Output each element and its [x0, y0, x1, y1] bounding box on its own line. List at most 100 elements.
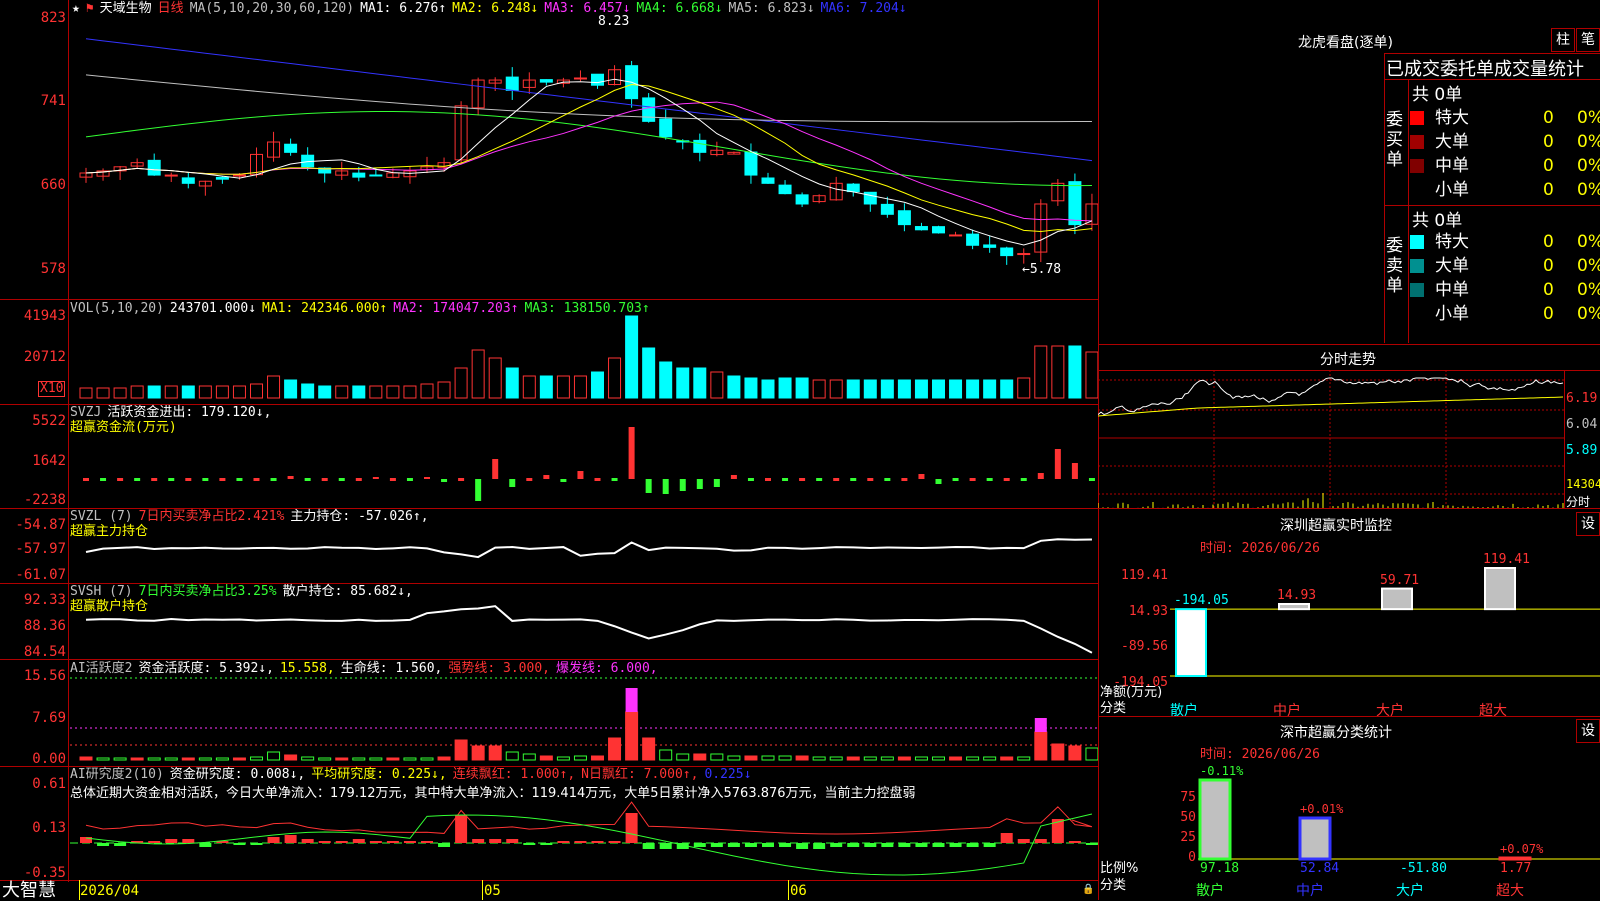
ai1-bar — [914, 756, 928, 761]
ai2-bar — [369, 841, 382, 843]
ai2-bar — [762, 843, 774, 847]
ai2-bar — [642, 843, 655, 849]
ai1-bar — [642, 737, 656, 761]
star-icon[interactable]: ★ — [72, 1, 80, 16]
row-count: 0 — [1543, 156, 1554, 176]
monitor-xlabel: 分类 — [1100, 701, 1127, 716]
svzj-bar — [918, 474, 925, 479]
ai1-bar — [96, 757, 110, 761]
ai1-bar — [659, 749, 673, 761]
vol-bar — [1051, 345, 1065, 399]
vol-bar — [113, 387, 127, 399]
svzj-bar — [935, 479, 942, 484]
ai2-bar — [318, 841, 331, 843]
low-price-label: ←5.78 — [1022, 262, 1062, 277]
vol-bar — [215, 385, 229, 399]
ai1-bar — [591, 755, 604, 761]
ai2-axis-2: -0.35 — [23, 865, 66, 881]
classify-category-label: 超大 — [1496, 883, 1524, 899]
monitor-bar — [1175, 608, 1207, 677]
ma-value-1: MA1: 6.276↑ — [360, 1, 447, 16]
intraday-chart[interactable] — [1098, 370, 1564, 508]
sell-row: 大单 0 0% — [1405, 254, 1600, 278]
candle-body — [897, 210, 911, 226]
tick-06 — [788, 880, 789, 900]
vol-bar — [318, 385, 332, 399]
charts-canvas[interactable] — [0, 0, 1098, 900]
bar-mode-button[interactable]: 柱 — [1551, 28, 1575, 52]
ma-value-2: MA2: 6.248↓ — [452, 1, 539, 16]
ai2-bar — [813, 843, 826, 849]
svzj-bar — [560, 479, 567, 482]
vol-bar — [932, 379, 945, 399]
brand-logo[interactable]: 大智慧 — [2, 881, 56, 900]
vol-bar — [181, 385, 195, 399]
classify-settings-button[interactable]: 设 — [1576, 719, 1600, 743]
vol-bar — [693, 367, 707, 399]
svzj-bar — [884, 478, 891, 481]
ai1-bar — [897, 756, 911, 761]
row-count: 0 — [1543, 232, 1554, 252]
svzj-axis-1: 1642 — [32, 453, 66, 469]
ai2-bar — [608, 841, 621, 843]
ai2-bar — [744, 843, 757, 847]
tick-mode-button[interactable]: 笔 — [1576, 28, 1600, 52]
svzl-value: 主力持仓: -57.026↑, — [290, 509, 429, 524]
svzj-bar — [594, 478, 601, 481]
vol-bar — [505, 367, 519, 399]
svzl-line — [85, 538, 1092, 559]
ai1-axis-2: 0.00 — [32, 751, 66, 767]
row-percent: 0% — [1577, 280, 1600, 300]
ai1-bar — [693, 753, 707, 761]
candle-body — [761, 177, 775, 184]
row-percent: 0% — [1577, 232, 1600, 252]
ai2-bar — [1000, 833, 1013, 843]
ai1-bar — [932, 756, 945, 761]
ai1-bar — [403, 757, 417, 761]
candle-body — [232, 174, 246, 177]
candle-body — [642, 97, 656, 122]
classify-bottom-value: 1.77 — [1500, 861, 1532, 876]
vol-bar — [1000, 379, 1014, 399]
tick-0 — [79, 880, 80, 900]
svzj-bar — [151, 478, 158, 481]
svzj-bar — [833, 478, 840, 481]
vol-ma2: MA2: 174047.203↑ — [393, 301, 519, 316]
color-swatch — [1410, 259, 1424, 273]
lock-icon[interactable]: 🔒 — [1082, 884, 1094, 895]
monitor-bar-value: -194.05 — [1174, 593, 1229, 609]
monitor-axis-1: 14.93 — [1128, 604, 1168, 619]
classify-bottom-value: -51.80 — [1400, 861, 1447, 876]
stock-name[interactable]: 天域生物 — [100, 1, 152, 16]
color-swatch — [1410, 159, 1424, 173]
row-count: 0 — [1543, 280, 1554, 300]
svsh-value: 散户持仓: 85.682↓, — [282, 584, 413, 599]
ai2-title: AI研究度2(10) — [70, 767, 164, 782]
period-label[interactable]: 日线 — [158, 1, 184, 16]
ai1-axis-1: 7.69 — [32, 710, 66, 726]
ai2-bar — [540, 843, 553, 845]
candle-body — [880, 203, 894, 215]
month-05-label: 05 — [484, 883, 501, 899]
vol-bar — [454, 367, 468, 399]
ai2-bar — [864, 843, 877, 847]
vol-bar — [79, 387, 93, 399]
ai1-bar — [113, 757, 127, 761]
classify-chart[interactable] — [1198, 760, 1600, 900]
ai2-last: 0.225↓ — [704, 767, 752, 782]
svzj-bars — [83, 427, 1095, 501]
ai1-bar — [420, 757, 434, 761]
ai2-bar — [557, 841, 570, 843]
vol-bar — [676, 367, 690, 399]
monitor-settings-button[interactable]: 设 — [1576, 512, 1600, 536]
row-count: 0 — [1543, 304, 1554, 324]
price-axis-1: 741 — [40, 93, 66, 109]
svzj-bar — [338, 478, 345, 481]
vol-bar — [386, 385, 400, 399]
candlesticks — [79, 60, 1098, 265]
ma-values: MA1: 6.276↑ MA2: 6.248↓ MA3: 6.457↓ MA4: 6.… — [360, 1, 913, 16]
svzl-axis-1: -57.97 — [15, 541, 66, 557]
svzl-ratio: 7日内买卖净占比2.421% — [138, 509, 285, 524]
ai2-n-red: N日飘红: 7.000↑, — [581, 767, 699, 782]
monitor-axis-2: -89.56 — [1121, 639, 1168, 654]
